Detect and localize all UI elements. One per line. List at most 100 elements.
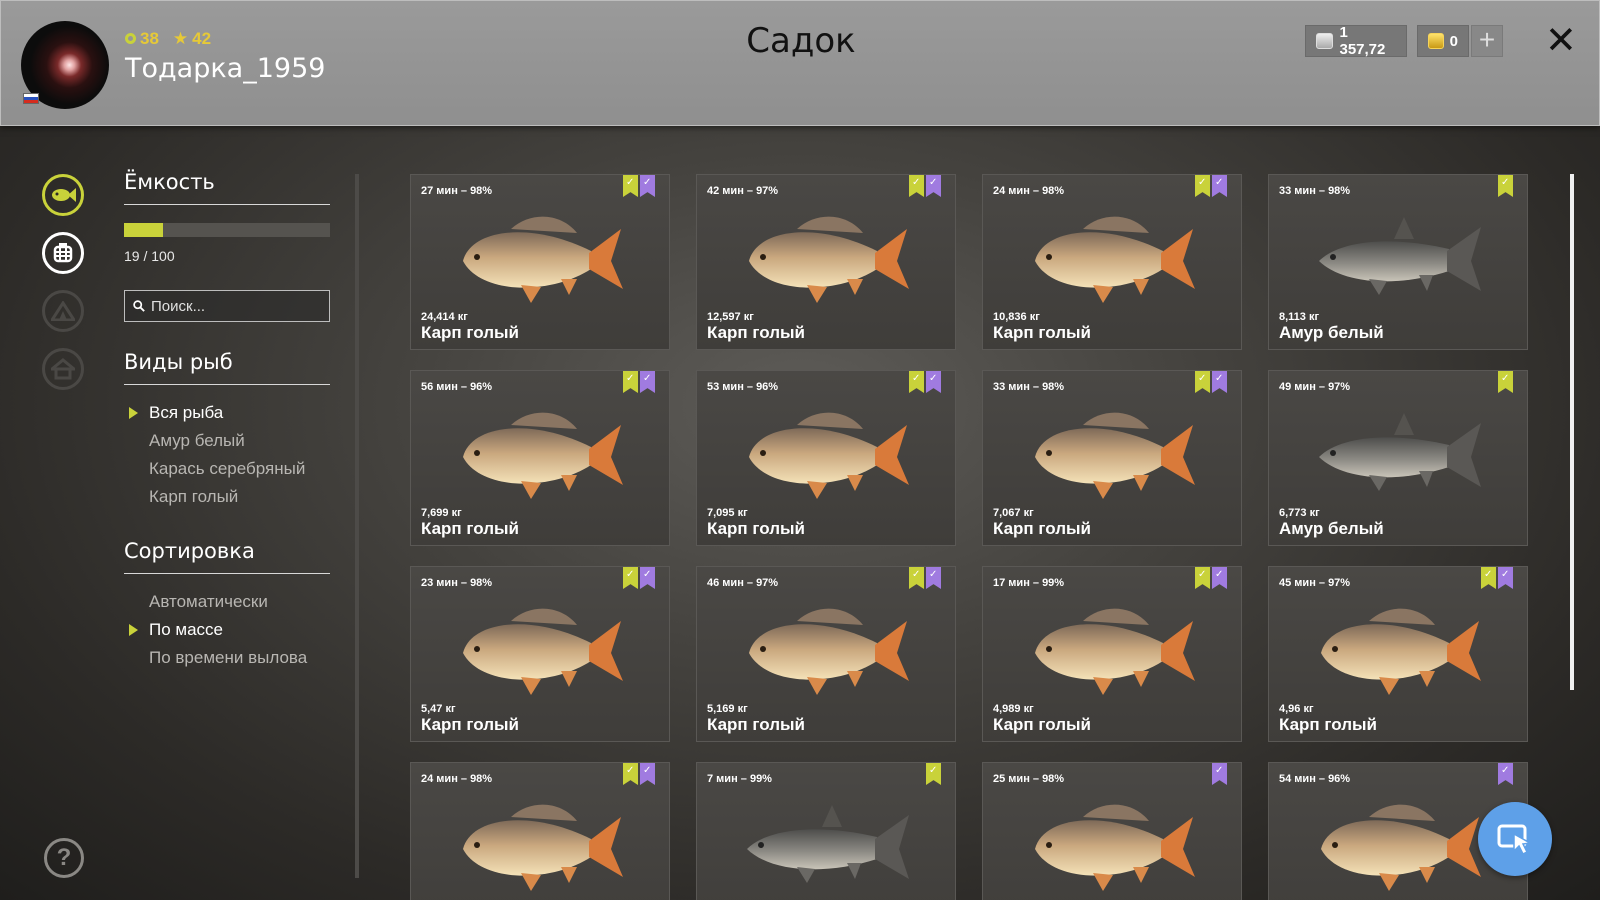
tent-icon[interactable] <box>42 290 84 332</box>
fish-card[interactable]: 53 мин – 96% ✓ ✓ 7,095 кг Карп голый <box>696 370 956 546</box>
sort-item[interactable]: По массе <box>124 616 330 644</box>
fish-badges: ✓ ✓ <box>1195 175 1227 197</box>
fish-card[interactable]: 46 мин – 97% ✓ ✓ 5,169 кг Карп голый <box>696 566 956 742</box>
silver-balance[interactable]: 1 357,72 <box>1305 24 1407 58</box>
cursor-icon <box>1497 824 1533 855</box>
green-bookmark-icon[interactable]: ✓ <box>1481 567 1496 589</box>
fish-time: 33 мин – 98% <box>993 381 1065 393</box>
fish-time: 33 мин – 98% <box>1279 185 1351 197</box>
home-icon[interactable] <box>42 348 84 390</box>
purple-bookmark-icon[interactable]: ✓ <box>640 763 655 785</box>
fish-card[interactable]: 7 мин – 99% ✓ <box>696 762 956 900</box>
species-item[interactable]: Карп голый <box>124 483 330 511</box>
purple-bookmark-icon[interactable]: ✓ <box>1212 567 1227 589</box>
species-item[interactable]: Вся рыба <box>124 399 330 427</box>
capacity-bar <box>124 223 330 237</box>
scrollbar[interactable] <box>1570 174 1574 690</box>
green-bookmark-icon[interactable]: ✓ <box>1498 175 1513 197</box>
fish-card[interactable]: 27 мин – 98% ✓ ✓ 24,414 кг Карп голый <box>410 174 670 350</box>
fish-badges: ✓ <box>1498 371 1513 393</box>
cursor-button[interactable] <box>1478 802 1552 876</box>
fish-time: 54 мин – 96% <box>1279 773 1351 785</box>
green-bookmark-icon[interactable]: ✓ <box>909 567 924 589</box>
fish-weight: 6,773 кг <box>1279 507 1320 519</box>
fish-badges: ✓ ✓ <box>909 371 941 393</box>
fish-weight: 7,095 кг <box>707 507 748 519</box>
filter-panel: Ёмкость 19 / 100 Виды рыб Вся рыбаАмур б… <box>124 170 330 672</box>
fish-card[interactable]: 17 мин – 99% ✓ ✓ 4,989 кг Карп голый <box>982 566 1242 742</box>
fish-badges: ✓ <box>1498 763 1513 785</box>
fish-badges: ✓ <box>1212 763 1227 785</box>
fish-name: Амур белый <box>1279 323 1384 342</box>
fish-card[interactable]: 33 мин – 98% ✓ 8,113 кг Амур белый <box>1268 174 1528 350</box>
fish-name: Карп голый <box>993 519 1091 538</box>
help-icon[interactable]: ? <box>44 838 84 878</box>
fish-card[interactable]: 56 мин – 96% ✓ ✓ 7,699 кг Карп голый <box>410 370 670 546</box>
purple-bookmark-icon[interactable]: ✓ <box>1212 175 1227 197</box>
green-bookmark-icon[interactable]: ✓ <box>623 763 638 785</box>
green-bookmark-icon[interactable]: ✓ <box>909 175 924 197</box>
fish-card[interactable]: 49 мин – 97% ✓ 6,773 кг Амур белый <box>1268 370 1528 546</box>
fish-badges: ✓ ✓ <box>1195 371 1227 393</box>
gold-balance[interactable]: 0 <box>1417 25 1469 57</box>
purple-bookmark-icon[interactable]: ✓ <box>640 567 655 589</box>
species-item[interactable]: Амур белый <box>124 427 330 455</box>
green-bookmark-icon[interactable]: ✓ <box>623 175 638 197</box>
purple-bookmark-icon[interactable]: ✓ <box>926 175 941 197</box>
fish-card[interactable]: 24 мин – 98% ✓ ✓ <box>410 762 670 900</box>
fish-name: Карп голый <box>993 715 1091 734</box>
purple-bookmark-icon[interactable]: ✓ <box>640 175 655 197</box>
fish-time: 42 мин – 97% <box>707 185 779 197</box>
purple-bookmark-icon[interactable]: ✓ <box>640 371 655 393</box>
search-input[interactable] <box>151 297 321 315</box>
fish-icon[interactable] <box>42 174 84 216</box>
fish-name: Карп голый <box>707 519 805 538</box>
fish-name: Карп голый <box>421 715 519 734</box>
fish-weight: 7,699 кг <box>421 507 462 519</box>
fish-time: 56 мин – 96% <box>421 381 493 393</box>
fish-badges: ✓ ✓ <box>623 567 655 589</box>
fish-time: 49 мин – 97% <box>1279 381 1351 393</box>
purple-bookmark-icon[interactable]: ✓ <box>1212 763 1227 785</box>
green-bookmark-icon[interactable]: ✓ <box>1195 567 1210 589</box>
fish-card[interactable]: 24 мин – 98% ✓ ✓ 10,836 кг Карп голый <box>982 174 1242 350</box>
sort-item[interactable]: Автоматически <box>124 588 330 616</box>
fish-card[interactable]: 33 мин – 98% ✓ ✓ 7,067 кг Карп голый <box>982 370 1242 546</box>
capacity-title: Ёмкость <box>124 170 330 205</box>
green-bookmark-icon[interactable]: ✓ <box>1195 175 1210 197</box>
fish-grid: 27 мин – 98% ✓ ✓ 24,414 кг Карп голый 42 мин … <box>410 174 1546 900</box>
fish-weight: 5,169 кг <box>707 703 748 715</box>
fish-card[interactable]: 25 мин – 98% ✓ <box>982 762 1242 900</box>
keepnet-icon[interactable] <box>42 232 84 274</box>
purple-bookmark-icon[interactable]: ✓ <box>1498 763 1513 785</box>
species-item[interactable]: Карась серебряный <box>124 455 330 483</box>
species-title: Виды рыб <box>124 350 330 385</box>
purple-bookmark-icon[interactable]: ✓ <box>926 371 941 393</box>
green-bookmark-icon[interactable]: ✓ <box>1498 371 1513 393</box>
green-bookmark-icon[interactable]: ✓ <box>623 567 638 589</box>
green-bookmark-icon[interactable]: ✓ <box>909 371 924 393</box>
fish-card[interactable]: 23 мин – 98% ✓ ✓ 5,47 кг Карп голый <box>410 566 670 742</box>
sort-item[interactable]: По времени вылова <box>124 644 330 672</box>
fish-time: 7 мин – 99% <box>707 773 772 785</box>
add-gold-button[interactable]: + <box>1471 25 1503 57</box>
purple-bookmark-icon[interactable]: ✓ <box>926 567 941 589</box>
search-icon <box>133 300 145 312</box>
country-flag-icon <box>23 93 39 104</box>
green-bookmark-icon[interactable]: ✓ <box>623 371 638 393</box>
fish-card[interactable]: 42 мин – 97% ✓ ✓ 12,597 кг Карп голый <box>696 174 956 350</box>
purple-bookmark-icon[interactable]: ✓ <box>1498 567 1513 589</box>
fish-name: Карп голый <box>1279 715 1377 734</box>
search-box[interactable] <box>124 290 330 322</box>
fish-badges: ✓ ✓ <box>1195 567 1227 589</box>
top-bar: 38 ★ 42 Тодарка_1959 Садок 1 357,72 0 + ✕ <box>0 0 1600 126</box>
fish-weight: 24,414 кг <box>421 311 468 323</box>
close-button[interactable]: ✕ <box>1545 19 1577 63</box>
fish-weight: 4,96 кг <box>1279 703 1314 715</box>
fish-card[interactable]: 45 мин – 97% ✓ ✓ 4,96 кг Карп голый <box>1268 566 1528 742</box>
green-bookmark-icon[interactable]: ✓ <box>926 763 941 785</box>
fish-badges: ✓ <box>926 763 941 785</box>
purple-bookmark-icon[interactable]: ✓ <box>1212 371 1227 393</box>
green-bookmark-icon[interactable]: ✓ <box>1195 371 1210 393</box>
fish-weight: 4,989 кг <box>993 703 1034 715</box>
